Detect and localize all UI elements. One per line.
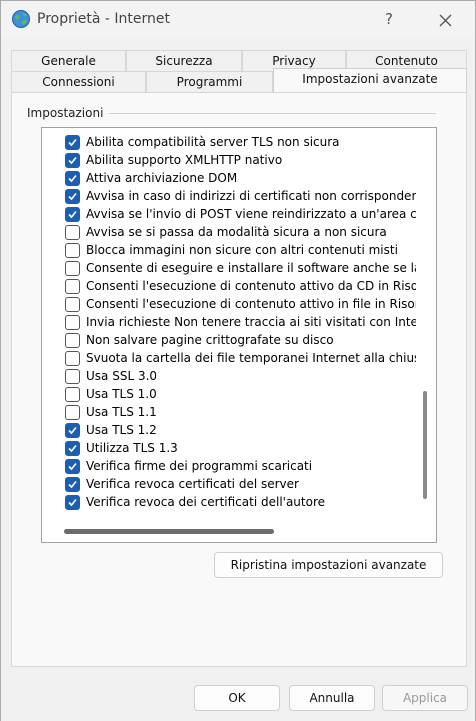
setting-checkbox[interactable] — [65, 405, 80, 420]
tab-impostazioni-avanzate[interactable]: Impostazioni avanzate — [273, 68, 467, 92]
dialog-footer: OK Annulla Applica — [1, 673, 475, 721]
setting-label: Attiva archiviazione DOM — [86, 171, 238, 185]
setting-row[interactable]: Verifica revoca certificati del server — [42, 476, 416, 494]
setting-row[interactable]: Non salvare pagine crittografate su disc… — [42, 332, 416, 350]
setting-label: Usa TLS 1.2 — [86, 423, 157, 437]
setting-checkbox[interactable] — [65, 135, 80, 150]
setting-label: Invia richieste Non tenere traccia ai si… — [86, 315, 416, 329]
setting-row[interactable]: Avvisa se si passa da modalità sicura a … — [42, 224, 416, 242]
setting-label: Usa TLS 1.1 — [86, 405, 157, 419]
cancel-button[interactable]: Annulla — [289, 685, 375, 711]
setting-checkbox[interactable] — [65, 477, 80, 492]
internet-properties-window: Proprietà - Internet ? Generale Sicurezz… — [0, 0, 476, 721]
group-divider — [109, 113, 436, 114]
setting-checkbox[interactable] — [65, 315, 80, 330]
setting-checkbox[interactable] — [65, 279, 80, 294]
vertical-scrollbar[interactable] — [423, 391, 427, 499]
setting-label: Svuota la cartella dei file temporanei I… — [86, 351, 416, 365]
setting-row[interactable]: Consenti l'esecuzione di contenuto attiv… — [42, 278, 416, 296]
setting-label: Verifica firme dei programmi scaricati — [86, 459, 313, 473]
setting-checkbox[interactable] — [65, 261, 80, 276]
checkmark-icon — [68, 444, 77, 453]
checkmark-icon — [68, 498, 77, 507]
setting-row[interactable]: Attiva archiviazione DOM — [42, 170, 416, 188]
title-bar: Proprietà - Internet ? — [1, 1, 475, 39]
setting-checkbox[interactable] — [65, 297, 80, 312]
setting-row[interactable]: Invia richieste Non tenere traccia ai si… — [42, 314, 416, 332]
setting-checkbox[interactable] — [65, 171, 80, 186]
checkmark-icon — [68, 156, 77, 165]
setting-row[interactable]: Usa TLS 1.1 — [42, 404, 416, 422]
setting-row[interactable]: Consenti l'esecuzione di contenuto attiv… — [42, 296, 416, 314]
settings-items: Abilita compatibilità server TLS non sic… — [42, 128, 416, 524]
settings-list[interactable]: Abilita compatibilità server TLS non sic… — [41, 127, 437, 543]
setting-row[interactable]: Svuota la cartella dei file temporanei I… — [42, 350, 416, 368]
setting-row[interactable]: Abilita compatibilità server TLS non sic… — [42, 134, 416, 152]
setting-checkbox[interactable] — [65, 459, 80, 474]
restore-advanced-settings-button[interactable]: Ripristina impostazioni avanzate — [214, 552, 443, 578]
setting-label: Verifica revoca certificati del server — [86, 477, 299, 491]
setting-row[interactable]: Verifica firme dei programmi scaricati — [42, 458, 416, 476]
setting-checkbox[interactable] — [65, 495, 80, 510]
setting-row[interactable]: Abilita supporto XMLHTTP nativo — [42, 152, 416, 170]
tab-programmi[interactable]: Programmi — [146, 71, 273, 92]
setting-row[interactable]: Avvisa in caso di indirizzi di certifica… — [42, 188, 416, 206]
setting-checkbox[interactable] — [65, 243, 80, 258]
setting-row[interactable]: Usa TLS 1.2 — [42, 422, 416, 440]
setting-checkbox[interactable] — [65, 441, 80, 456]
close-button[interactable] — [431, 7, 459, 33]
setting-label: Abilita compatibilità server TLS non sic… — [86, 135, 340, 149]
horizontal-scrollbar[interactable] — [64, 529, 274, 534]
setting-label: Avvisa se si passa da modalità sicura a … — [86, 225, 387, 239]
setting-label: Avvisa in caso di indirizzi di certifica… — [86, 189, 416, 203]
setting-label: Consenti l'esecuzione di contenuto attiv… — [86, 297, 416, 311]
setting-row[interactable]: Avvisa se l'invio di POST viene reindiri… — [42, 206, 416, 224]
checkmark-icon — [68, 210, 77, 219]
setting-row[interactable]: Blocca immagini non sicure con altri con… — [42, 242, 416, 260]
checkmark-icon — [68, 480, 77, 489]
checkmark-icon — [68, 174, 77, 183]
setting-checkbox[interactable] — [65, 369, 80, 384]
setting-label: Usa SSL 3.0 — [86, 369, 158, 383]
window-title: Proprietà - Internet — [37, 11, 170, 27]
setting-checkbox[interactable] — [65, 351, 80, 366]
setting-checkbox[interactable] — [65, 225, 80, 240]
setting-label: Verifica revoca dei certificati dell'aut… — [86, 495, 326, 509]
setting-checkbox[interactable] — [65, 189, 80, 204]
setting-label: Consente di eseguire e installare il sof… — [86, 261, 416, 275]
tab-sicurezza[interactable]: Sicurezza — [126, 50, 242, 71]
setting-row[interactable]: Consente di eseguire e installare il sof… — [42, 260, 416, 278]
setting-label: Non salvare pagine crittografate su disc… — [86, 333, 334, 347]
setting-label: Abilita supporto XMLHTTP nativo — [86, 153, 283, 167]
setting-checkbox[interactable] — [65, 387, 80, 402]
setting-label: Consenti l'esecuzione di contenuto attiv… — [86, 279, 416, 293]
setting-row[interactable]: Verifica revoca dei certificati dell'aut… — [42, 494, 416, 512]
checkmark-icon — [68, 462, 77, 471]
setting-label: Utilizza TLS 1.3 — [86, 441, 178, 455]
checkmark-icon — [68, 138, 77, 147]
settings-group-label: Impostazioni — [27, 106, 104, 120]
setting-label: Usa TLS 1.0 — [86, 387, 157, 401]
apply-button[interactable]: Applica — [382, 685, 468, 711]
setting-row[interactable]: Utilizza TLS 1.3 — [42, 440, 416, 458]
tab-connessioni[interactable]: Connessioni — [11, 71, 146, 92]
checkmark-icon — [68, 192, 77, 201]
setting-checkbox[interactable] — [65, 423, 80, 438]
setting-row[interactable]: Usa SSL 3.0 — [42, 368, 416, 386]
checkmark-icon — [68, 426, 77, 435]
setting-checkbox[interactable] — [65, 333, 80, 348]
close-icon — [439, 14, 452, 27]
internet-globe-icon — [11, 9, 31, 29]
setting-label: Avvisa se l'invio di POST viene reindiri… — [86, 207, 416, 221]
setting-row[interactable]: Usa TLS 1.0 — [42, 386, 416, 404]
ok-button[interactable]: OK — [194, 685, 280, 711]
setting-checkbox[interactable] — [65, 153, 80, 168]
setting-checkbox[interactable] — [65, 207, 80, 222]
tab-generale[interactable]: Generale — [11, 50, 126, 71]
setting-label: Blocca immagini non sicure con altri con… — [86, 243, 398, 257]
help-button[interactable]: ? — [377, 7, 401, 31]
